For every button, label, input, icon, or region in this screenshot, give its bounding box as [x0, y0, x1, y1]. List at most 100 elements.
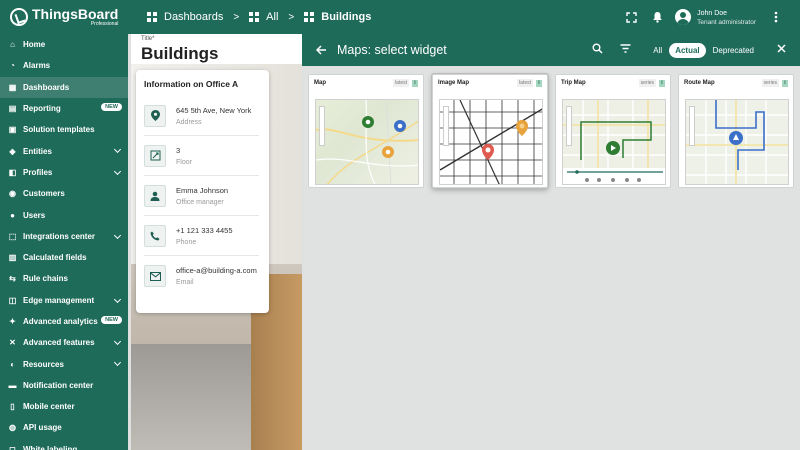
- logo[interactable]: ThingsBoard Professional: [0, 0, 130, 34]
- widget-card-route-map[interactable]: Route Map series i: [678, 74, 794, 188]
- map-preview: [315, 99, 419, 185]
- sidebar-item-label: Integrations center: [23, 231, 96, 241]
- brand-edition: Professional: [90, 21, 119, 27]
- filter-list-icon: [620, 44, 631, 53]
- thingsboard-logo-icon: [10, 8, 28, 26]
- api-icon: ◍: [9, 423, 16, 433]
- info-icon[interactable]: i: [412, 79, 418, 87]
- sidebar-item-api-usage[interactable]: ◍ API usage: [0, 417, 130, 438]
- breadcrumb-label: Dashboards: [164, 11, 224, 23]
- widget-card-trip-map[interactable]: Trip Map series i: [555, 74, 671, 188]
- bell-icon: [652, 12, 662, 23]
- sidebar-item-label: Dashboards: [23, 82, 70, 92]
- profiles-icon: ◧: [8, 167, 17, 177]
- user-name: John Doe: [697, 9, 728, 17]
- email-icon: [144, 265, 166, 287]
- sidebar-item-profiles[interactable]: ◧ Profiles: [0, 162, 130, 183]
- zoom-controls[interactable]: [443, 106, 449, 146]
- filter-deprecated[interactable]: Deprecated: [707, 43, 760, 58]
- back-button[interactable]: [315, 43, 327, 58]
- brand-name: ThingsBoard: [32, 6, 119, 22]
- sidebar-item-customers[interactable]: ◉ Customers: [0, 183, 130, 204]
- chevron-down-icon: [113, 359, 122, 367]
- white-label-icon: ◻: [9, 444, 16, 450]
- filter-actual[interactable]: Actual: [669, 42, 706, 58]
- phone-icon: [144, 224, 166, 247]
- sidebar-item-home[interactable]: ⌂ Home: [0, 34, 130, 55]
- trip-map-preview: [562, 99, 666, 185]
- floor-value: 3: [176, 145, 181, 155]
- dashboard-title[interactable]: Buildings: [141, 44, 218, 64]
- sidebar-item-label: Home: [23, 40, 46, 50]
- fullscreen-button[interactable]: [619, 5, 643, 29]
- filter-button[interactable]: [618, 44, 632, 56]
- notification-icon: ▬: [8, 380, 17, 390]
- search-icon: [592, 43, 603, 54]
- breadcrumb-item-dashboards[interactable]: Dashboards: [147, 11, 223, 23]
- breadcrumb-separator-icon: >: [233, 11, 240, 23]
- floor-icon: [144, 144, 166, 167]
- widget-card-image-map[interactable]: Image Map latest i: [432, 74, 548, 188]
- more-menu-button[interactable]: [764, 5, 788, 29]
- resources-icon: ◐: [10, 359, 15, 369]
- info-icon[interactable]: i: [536, 79, 542, 87]
- widget-card-map[interactable]: Map latest i: [308, 74, 424, 188]
- sidebar-item-rule-chains[interactable]: ⇆ Rule chains: [0, 268, 130, 289]
- sidebar-item-label: Reporting: [23, 104, 61, 114]
- sidebar-item-mobile-center[interactable]: ▯ Mobile center: [0, 396, 130, 417]
- sidebar-item-white-labeling[interactable]: ◻ White labeling: [0, 439, 130, 450]
- info-row-email: office-a@building-a.com Email: [144, 256, 259, 296]
- customers-icon: ◉: [9, 189, 16, 199]
- alarm-icon: ◔: [10, 61, 15, 71]
- manager-label: Office manager: [176, 198, 224, 206]
- widget-type-tag: latest: [517, 79, 533, 87]
- sidebar-item-label: Notification center: [23, 380, 94, 390]
- sidebar-item-reporting[interactable]: ▤ Reporting NEW: [0, 98, 130, 119]
- sidebar-item-label: Profiles: [23, 167, 53, 177]
- close-button[interactable]: [774, 44, 788, 56]
- breadcrumb-label: Buildings: [321, 11, 372, 23]
- filter-all[interactable]: All: [647, 43, 668, 58]
- sidebar-item-solution-templates[interactable]: ▣ Solution templates: [0, 119, 130, 140]
- sidebar-item-label: Advanced analytics: [23, 317, 98, 326]
- entities-icon: ◈: [9, 146, 16, 156]
- sidebar-item-edge-management[interactable]: ◫ Edge management: [0, 290, 130, 311]
- widget-type-tag: latest: [393, 79, 409, 87]
- sidebar-item-advanced-features[interactable]: ✕ Advanced features: [0, 332, 130, 353]
- breadcrumb-item-all[interactable]: All: [249, 11, 278, 23]
- dashboard-grid-icon: [249, 11, 260, 23]
- search-button[interactable]: [590, 43, 604, 57]
- info-row-manager: Emma Johnson Office manager: [144, 176, 259, 216]
- info-icon[interactable]: i: [659, 79, 665, 87]
- zoom-controls[interactable]: [689, 106, 695, 146]
- sidebar-item-entities[interactable]: ◈ Entities: [0, 140, 130, 161]
- info-row-phone: +1 121 333 4455 Phone: [144, 216, 259, 256]
- sidebar-item-notification-center[interactable]: ▬ Notification center: [0, 375, 130, 396]
- widget-title: Map: [314, 80, 326, 86]
- new-badge: NEW: [101, 102, 122, 111]
- sidebar-item-resources[interactable]: ◐ Resources: [0, 353, 130, 374]
- chevron-down-icon: [113, 295, 122, 303]
- avatar: [675, 9, 692, 25]
- user-menu[interactable]: John Doe Tenant administrator: [675, 9, 756, 26]
- widget-select-panel: Maps: select widget All Actual Deprecate…: [302, 34, 800, 450]
- sidebar-item-integrations-center[interactable]: ⬚ Integrations center: [0, 226, 130, 247]
- integrations-icon: ⬚: [8, 231, 17, 241]
- top-bar: ThingsBoard Professional Dashboards > Al…: [0, 0, 800, 34]
- sidebar-item-dashboards[interactable]: ▦ Dashboards: [0, 76, 130, 98]
- sidebar-item-advanced-analytics[interactable]: ✦ Advanced analytics NEW: [0, 311, 130, 332]
- sidebar-item-label: Users: [23, 210, 46, 220]
- widget-panel-title: Maps: select widget: [337, 43, 447, 57]
- sidebar-item-label: Advanced features: [23, 338, 95, 348]
- sidebar-item-calculated-fields[interactable]: ▥ Calculated fields: [0, 247, 130, 268]
- sidebar-item-users[interactable]: ● Users: [0, 204, 130, 225]
- sidebar-item-alarms[interactable]: ◔ Alarms: [0, 55, 130, 76]
- sidebar-item-label: Calculated fields: [23, 253, 87, 263]
- zoom-controls[interactable]: [566, 106, 572, 146]
- info-icon[interactable]: i: [782, 79, 788, 87]
- breadcrumb: Dashboards > All > Buildings: [147, 11, 371, 23]
- zoom-controls[interactable]: [319, 106, 325, 146]
- notifications-button[interactable]: [645, 5, 669, 29]
- info-row-address: 645 5th Ave, New York Address: [144, 96, 259, 136]
- widget-type-tag: series: [761, 79, 779, 87]
